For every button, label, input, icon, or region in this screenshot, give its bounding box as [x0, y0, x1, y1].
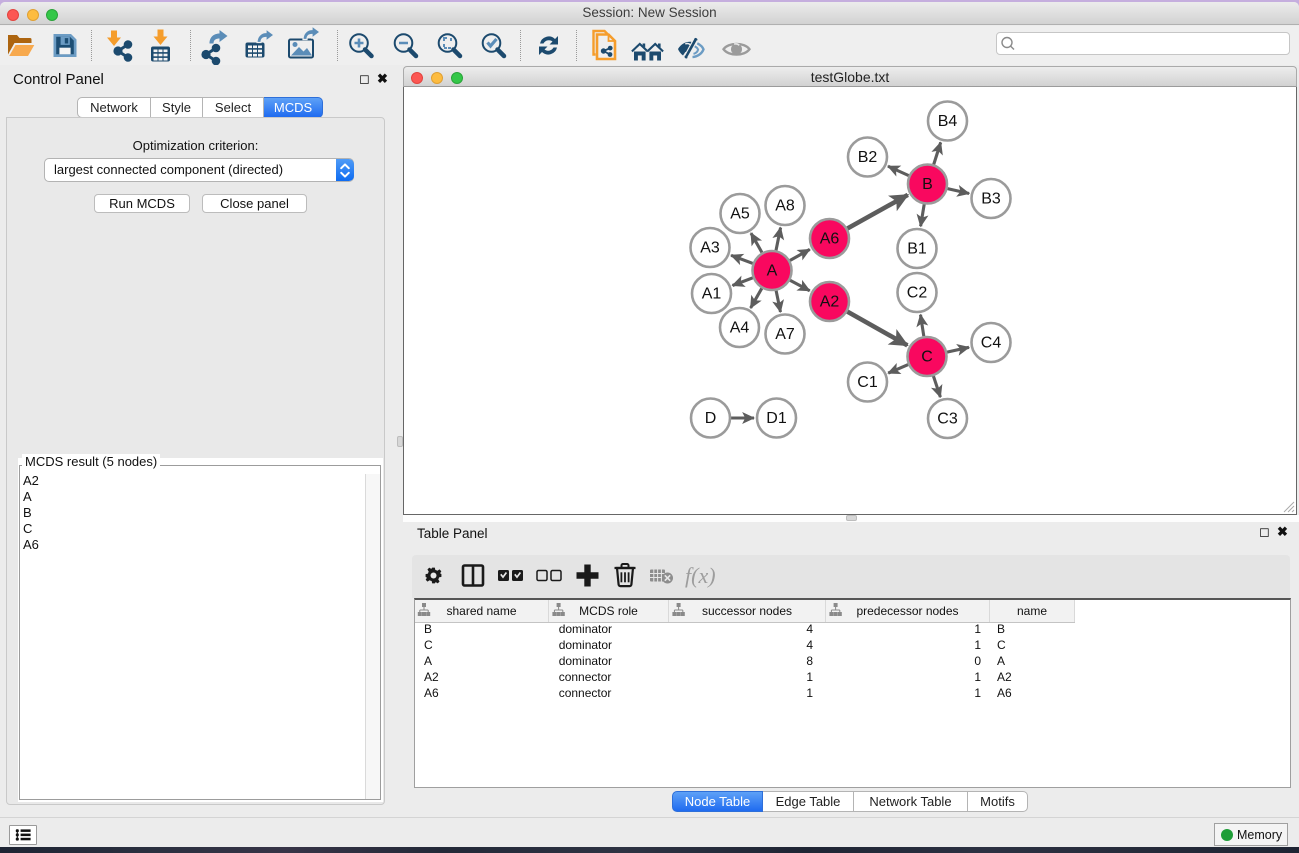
svg-text:A8: A8: [775, 198, 795, 215]
svg-text:A4: A4: [730, 320, 750, 337]
svg-text:A1: A1: [702, 286, 722, 303]
svg-text:C2: C2: [907, 285, 928, 302]
svg-text:A3: A3: [700, 240, 720, 257]
svg-text:B: B: [922, 176, 933, 193]
svg-text:B4: B4: [938, 113, 958, 130]
svg-text:A7: A7: [775, 326, 795, 343]
svg-text:C1: C1: [857, 374, 878, 391]
svg-text:A6: A6: [820, 231, 840, 248]
svg-text:D: D: [705, 410, 717, 427]
svg-text:A2: A2: [820, 294, 840, 311]
svg-text:B1: B1: [907, 241, 927, 258]
svg-text:B3: B3: [981, 191, 1001, 208]
svg-text:B2: B2: [858, 149, 878, 166]
svg-text:C: C: [921, 349, 933, 366]
svg-text:C3: C3: [937, 411, 958, 428]
svg-text:D1: D1: [766, 410, 787, 427]
svg-text:A5: A5: [730, 206, 750, 223]
svg-text:A: A: [767, 263, 778, 280]
svg-text:f(x): f(x): [685, 563, 716, 588]
svg-text:C4: C4: [981, 335, 1002, 352]
